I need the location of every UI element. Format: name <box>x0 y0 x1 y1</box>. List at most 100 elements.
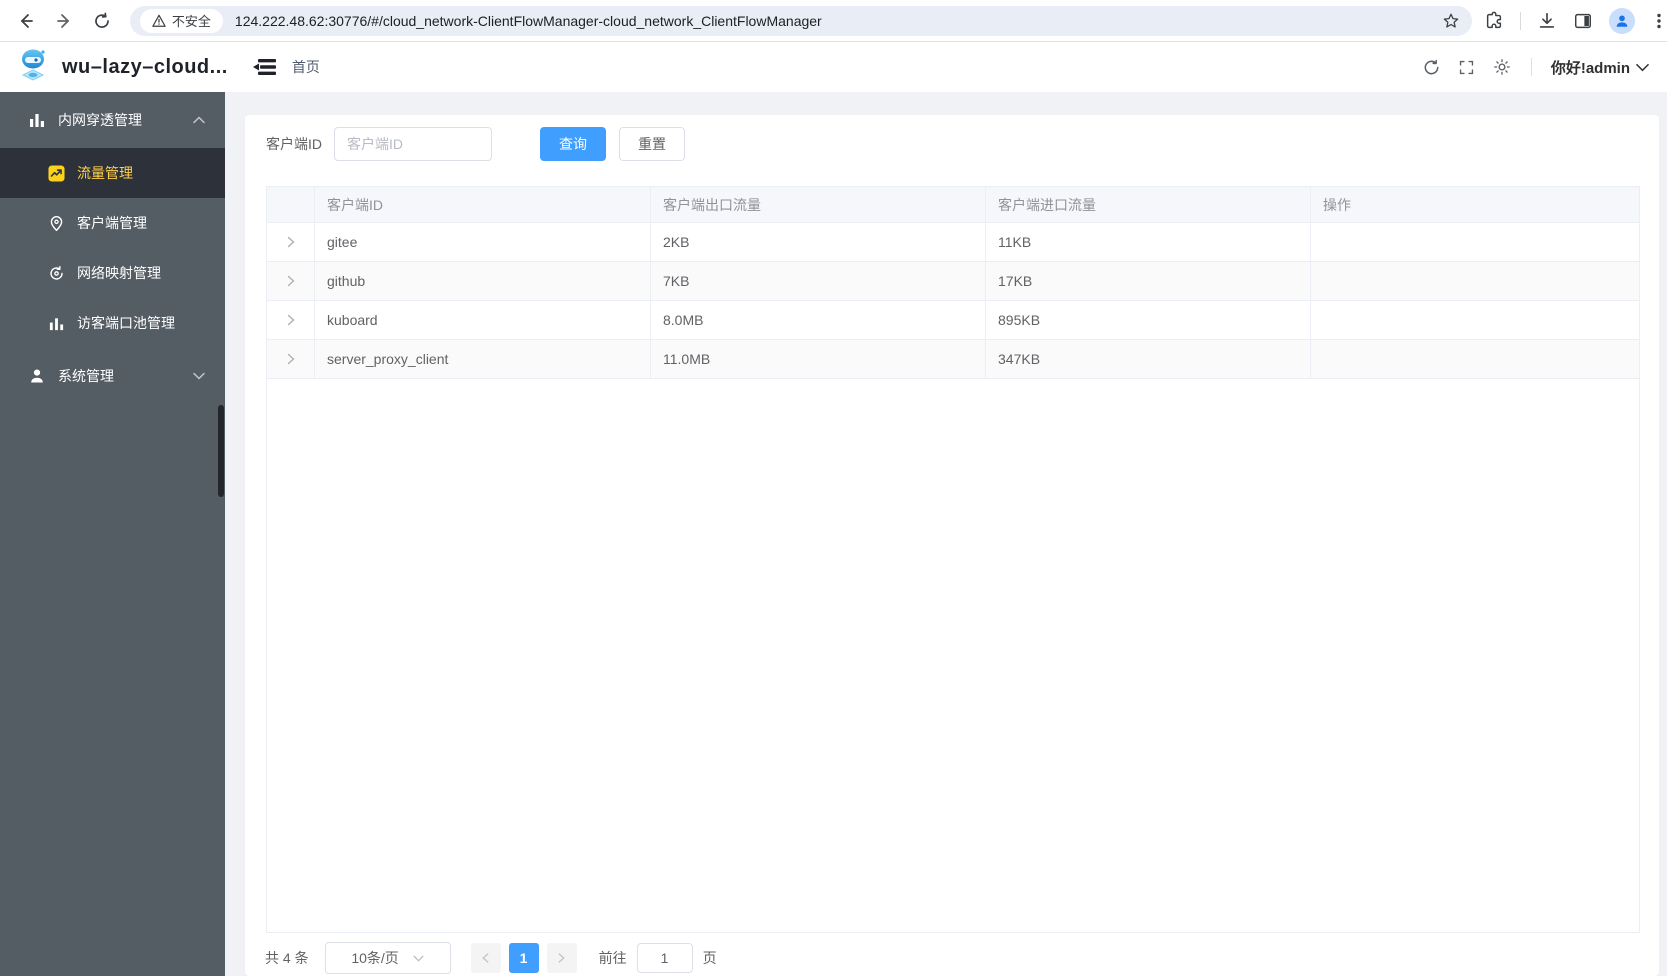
cell-inbound: 347KB <box>986 340 1311 378</box>
cell-actions <box>1311 301 1639 339</box>
header-expand-column <box>267 187 315 222</box>
browser-menu-button[interactable] <box>1651 12 1667 30</box>
toolbar-divider <box>1520 11 1522 30</box>
refresh-button[interactable] <box>1422 57 1442 77</box>
table-header-row: 客户端ID 客户端出口流量 客户端进口流量 操作 <box>267 187 1639 223</box>
chevron-up-icon <box>193 116 205 124</box>
chevron-right-icon <box>558 953 565 963</box>
search-button[interactable]: 查询 <box>540 127 606 161</box>
row-expand-button[interactable] <box>286 236 296 248</box>
cell-inbound: 11KB <box>986 223 1311 261</box>
row-expand-button[interactable] <box>286 275 296 287</box>
reload-icon <box>95 12 109 28</box>
bar-chart-icon <box>49 317 64 330</box>
header-outbound-flow: 客户端出口流量 <box>651 187 986 222</box>
sidebar-item-network-mapping[interactable]: 网络映射管理 <box>0 248 225 298</box>
cell-client-id: kuboard <box>315 301 651 339</box>
content-card: 客户端ID 查询 重置 客户端ID 客户端出口流量 客户端进口流量 操作 git… <box>245 115 1659 976</box>
chevron-down-icon <box>193 372 205 380</box>
not-secure-warning-icon <box>152 14 166 27</box>
sidebar-nav: 内网穿透管理 流量管理 客户端管理 网络映射管理 访客端口池管理 系统管理 <box>0 92 225 976</box>
address-bar[interactable]: 不安全 124.222.48.62:30776/#/cloud_network-… <box>129 5 1473 36</box>
table-row: github 7KB 17KB <box>267 262 1639 301</box>
chevron-down-icon <box>1636 63 1649 71</box>
main-content: 客户端ID 查询 重置 客户端ID 客户端出口流量 客户端进口流量 操作 git… <box>225 92 1667 976</box>
page-number-1[interactable]: 1 <box>508 943 539 973</box>
goto-page-input[interactable] <box>636 943 693 973</box>
theme-settings-button[interactable] <box>1492 57 1512 77</box>
header-inbound-flow: 客户端进口流量 <box>986 187 1311 222</box>
table-row: server_proxy_client 11.0MB 347KB <box>267 340 1639 379</box>
header-actions: 操作 <box>1323 196 1351 213</box>
location-pin-icon <box>50 215 63 231</box>
downloads-button[interactable] <box>1537 11 1557 31</box>
table-row: kuboard 8.0MB 895KB <box>267 301 1639 340</box>
sidebar-item-client-manager[interactable]: 客户端管理 <box>0 198 225 248</box>
chevron-left-icon <box>482 953 489 963</box>
next-page-button[interactable] <box>546 943 577 973</box>
browser-toolbar: 不安全 124.222.48.62:30776/#/cloud_network-… <box>0 0 1667 42</box>
sidebar-item-label: 客户端管理 <box>77 215 147 231</box>
prev-page-button[interactable] <box>470 943 501 973</box>
table-row: gitee 2KB 11KB <box>267 223 1639 262</box>
bookmark-star-button[interactable] <box>1442 12 1460 30</box>
browser-profile-avatar[interactable] <box>1609 7 1636 34</box>
browser-forward-button[interactable] <box>52 9 76 33</box>
user-greeting: 你好!admin <box>1550 59 1630 77</box>
page-size-value: 10条/页 <box>351 950 399 966</box>
cell-client-id: github <box>315 262 651 300</box>
sun-icon <box>1493 59 1510 75</box>
table-empty-area <box>267 379 1639 932</box>
url-text[interactable]: 124.222.48.62:30776/#/cloud_network-Clie… <box>235 13 1442 29</box>
user-menu[interactable]: 你好!admin <box>1551 57 1649 78</box>
back-arrow-icon <box>20 13 33 28</box>
browser-actions <box>1484 7 1667 34</box>
refresh-icon <box>1424 59 1439 74</box>
pagination-total: 共 4 条 <box>265 950 309 966</box>
cell-actions <box>1311 223 1639 261</box>
cell-inbound: 17KB <box>986 262 1311 300</box>
side-panel-button[interactable] <box>1573 11 1593 31</box>
traffic-trend-icon <box>48 164 65 182</box>
header-actions: 你好!admin <box>1422 57 1649 78</box>
security-chip[interactable]: 不安全 <box>139 8 223 33</box>
cell-inbound: 895KB <box>986 301 1311 339</box>
chevron-right-icon <box>287 314 295 326</box>
user-icon <box>31 369 43 383</box>
fullscreen-button[interactable] <box>1457 57 1477 77</box>
sidebar-item-visitor-port-pool[interactable]: 访客端口池管理 <box>0 298 225 348</box>
row-expand-button[interactable] <box>286 353 296 365</box>
cell-client-id: server_proxy_client <box>315 340 651 378</box>
app-title: wu–lazy–cloud... <box>62 55 228 78</box>
sidebar-scrollbar-thumb[interactable] <box>218 405 224 497</box>
browser-back-button[interactable] <box>14 9 38 33</box>
header-client-id: 客户端ID <box>315 187 651 222</box>
goto-unit: 页 <box>702 950 717 966</box>
sidebar-item-flow-manager[interactable]: 流量管理 <box>0 148 225 198</box>
sidebar-group-system[interactable]: 系统管理 <box>0 348 225 404</box>
app-header: wu–lazy–cloud... 首页 你好!admin <box>0 42 1667 92</box>
cell-actions <box>1311 340 1639 378</box>
sidebar-group-intranet[interactable]: 内网穿透管理 <box>0 92 225 148</box>
cell-outbound: 7KB <box>651 262 986 300</box>
page-size-select[interactable]: 10条/页 <box>324 942 451 974</box>
flow-table: 客户端ID 客户端出口流量 客户端进口流量 操作 gitee 2KB 11KB … <box>266 186 1640 933</box>
client-id-input[interactable] <box>334 127 492 161</box>
download-icon <box>1539 12 1555 28</box>
sidebar-item-label: 访客端口池管理 <box>77 315 175 331</box>
browser-reload-button[interactable] <box>90 9 114 33</box>
extensions-puzzle-icon <box>1486 11 1502 28</box>
sidebar-collapse-button[interactable] <box>252 56 278 78</box>
cell-actions <box>1311 262 1639 300</box>
cell-outbound: 2KB <box>651 223 986 261</box>
chevron-down-icon <box>413 955 424 962</box>
reset-button[interactable]: 重置 <box>619 127 685 161</box>
chevron-right-icon <box>287 275 295 287</box>
mapping-loop-icon <box>50 265 63 280</box>
breadcrumb[interactable]: 首页 <box>292 57 320 77</box>
sidebar-group-label: 系统管理 <box>58 368 114 384</box>
app-logo <box>14 46 52 89</box>
row-expand-button[interactable] <box>286 314 296 326</box>
sidebar-item-label: 网络映射管理 <box>77 265 161 281</box>
extensions-button[interactable] <box>1484 11 1504 31</box>
